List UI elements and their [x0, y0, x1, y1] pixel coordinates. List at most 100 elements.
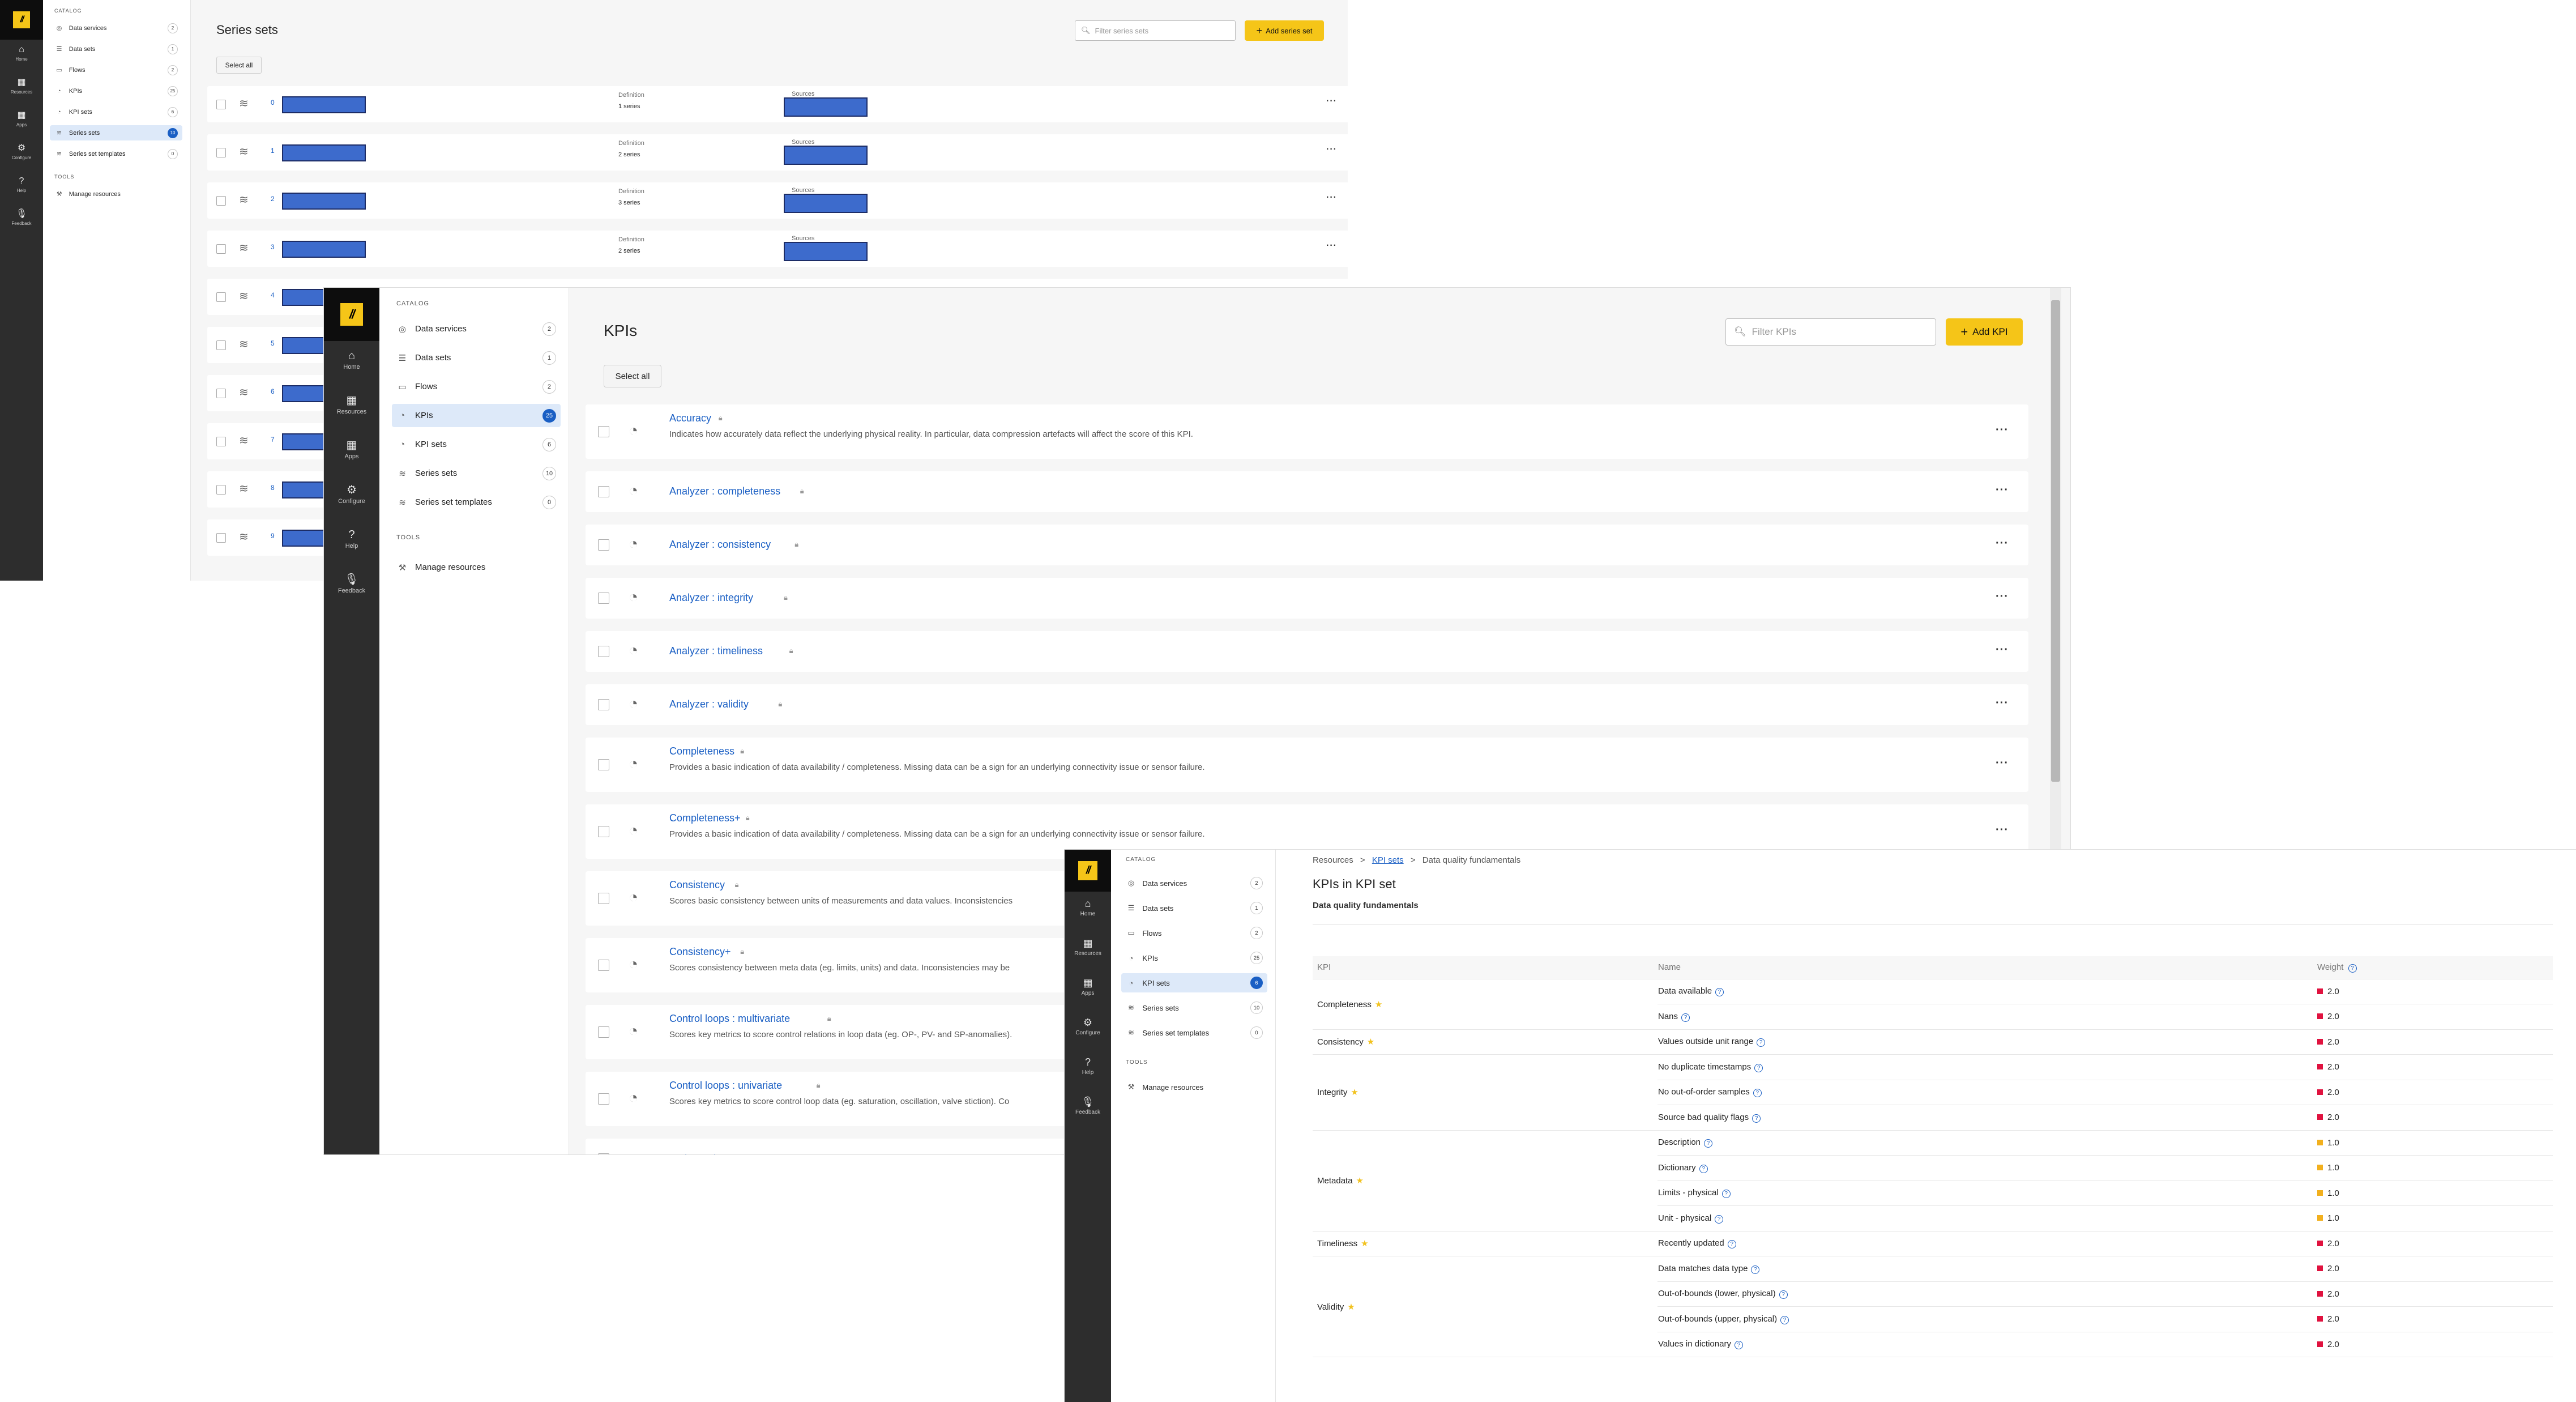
row-checkbox[interactable]: [216, 148, 226, 157]
rail-item-configure[interactable]: ⚙Configure: [324, 484, 379, 505]
sidebar-item-series-sets[interactable]: ≋Series sets10: [392, 462, 561, 485]
sidebar-item-kpis[interactable]: ◔KPIs25: [50, 83, 182, 99]
rail-item-help[interactable]: ?Help: [1065, 1057, 1111, 1076]
row-checkbox[interactable]: [598, 646, 609, 657]
rail-item-home[interactable]: ⌂Home: [0, 45, 43, 62]
info-help-icon[interactable]: ?: [1715, 988, 1724, 996]
row-checkbox[interactable]: [216, 100, 226, 109]
series-set-row[interactable]: ≋0Definition1 seriesSources···: [207, 86, 1348, 122]
kpi-name-link[interactable]: Control loops : multivariate: [669, 1013, 790, 1025]
kpi-name-link[interactable]: Analyzer : completeness: [669, 485, 780, 497]
sidebar-item-data-services[interactable]: ◎Data services2: [1121, 873, 1267, 893]
rail-item-help[interactable]: ?Help: [0, 177, 43, 193]
sidebar-item-data-services[interactable]: ◎Data services2: [392, 317, 561, 340]
more-options-icon[interactable]: ···: [1996, 590, 2009, 603]
rail-item-apps[interactable]: ▦Apps: [0, 111, 43, 127]
sidebar-item-manage-resources[interactable]: ⚒Manage resources: [1121, 1077, 1267, 1097]
app-logo[interactable]: //: [0, 0, 43, 40]
row-checkbox[interactable]: [216, 533, 226, 543]
sidebar-item-kpis[interactable]: ◔KPIs25: [392, 404, 561, 427]
row-checkbox[interactable]: [216, 244, 226, 254]
kpi-row[interactable]: ◔Accuracy🔒︎Indicates how accurately data…: [586, 404, 2028, 459]
sidebar-item-data-sets[interactable]: ☰Data sets1: [392, 346, 561, 369]
sidebar-item-data-sets[interactable]: ☰Data sets1: [50, 41, 182, 57]
rail-item-configure[interactable]: ⚙Configure: [0, 144, 43, 160]
rail-item-feedback[interactable]: 🎙Feedback: [1065, 1097, 1111, 1115]
weight-help-icon[interactable]: ?: [2348, 964, 2357, 973]
kpi-name-link[interactable]: Completeness: [669, 745, 734, 757]
row-checkbox[interactable]: [598, 699, 609, 710]
info-help-icon[interactable]: ?: [1754, 1064, 1763, 1072]
row-checkbox[interactable]: [598, 826, 609, 837]
info-help-icon[interactable]: ?: [1728, 1240, 1736, 1248]
row-checkbox[interactable]: [598, 759, 609, 770]
kpi-name-link[interactable]: Analyzer : timeliness: [669, 645, 763, 657]
more-options-icon[interactable]: ···: [1326, 241, 1337, 251]
kpi-row[interactable]: ◔Analyzer : timeliness🔒︎···: [586, 631, 2028, 672]
info-help-icon[interactable]: ?: [1780, 1316, 1789, 1324]
rail-item-configure[interactable]: ⚙Configure: [1065, 1017, 1111, 1036]
scrollbar-thumb[interactable]: [2051, 300, 2060, 782]
series-set-row[interactable]: ≋1Definition2 seriesSources···: [207, 134, 1348, 171]
kpi-name-link[interactable]: Control loops : univariate: [669, 1080, 782, 1092]
sidebar-item-manage-resources[interactable]: ⚒Manage resources: [392, 556, 561, 579]
series-set-index[interactable]: 4: [271, 291, 275, 299]
more-options-icon[interactable]: ···: [1996, 757, 2009, 770]
series-set-index[interactable]: 8: [271, 484, 275, 492]
kpi-row[interactable]: ◔Analyzer : consistency🔒︎···: [586, 525, 2028, 565]
sidebar-item-kpis[interactable]: ◔KPIs25: [1121, 948, 1267, 968]
series-set-index[interactable]: 9: [271, 532, 275, 540]
rail-item-help[interactable]: ?Help: [324, 529, 379, 549]
sidebar-item-data-sets[interactable]: ☰Data sets1: [1121, 898, 1267, 918]
more-options-icon[interactable]: ···: [1996, 644, 2009, 657]
sidebar-item-kpi-sets[interactable]: ◔KPI sets6: [50, 104, 182, 120]
row-checkbox[interactable]: [598, 486, 609, 497]
sidebar-item-flows[interactable]: ▭Flows2: [392, 375, 561, 398]
row-checkbox[interactable]: [216, 340, 226, 350]
more-options-icon[interactable]: ···: [1326, 96, 1337, 106]
sidebar-item-series-set-templates[interactable]: ≋Series set templates0: [50, 146, 182, 161]
rail-item-resources[interactable]: ▦Resources: [324, 395, 379, 415]
kpi-name-link[interactable]: Consistency: [669, 879, 725, 891]
more-options-icon[interactable]: ···: [1996, 484, 2009, 497]
kpi-row[interactable]: ◔Analyzer : validity🔒︎···: [586, 684, 2028, 725]
info-help-icon[interactable]: ?: [1704, 1139, 1712, 1148]
rail-item-feedback[interactable]: 🎙Feedback: [0, 210, 43, 226]
rail-item-apps[interactable]: ▦Apps: [1065, 978, 1111, 996]
row-checkbox[interactable]: [216, 485, 226, 495]
info-help-icon[interactable]: ?: [1757, 1038, 1765, 1047]
select-all-button[interactable]: Select all: [216, 57, 262, 74]
series-set-index[interactable]: 2: [271, 195, 275, 203]
row-checkbox[interactable]: [598, 1093, 609, 1105]
add-kpi-button[interactable]: + Add KPI: [1946, 318, 2023, 346]
sidebar-item-series-sets[interactable]: ≋Series sets10: [50, 125, 182, 140]
series-set-index[interactable]: 3: [271, 243, 275, 251]
series-set-index[interactable]: 6: [271, 387, 275, 395]
rail-item-home[interactable]: ⌂Home: [1065, 898, 1111, 917]
sidebar-item-series-set-templates[interactable]: ≋Series set templates0: [392, 491, 561, 514]
series-set-index[interactable]: 0: [271, 99, 275, 106]
row-checkbox[interactable]: [598, 426, 609, 437]
info-help-icon[interactable]: ?: [1715, 1215, 1723, 1224]
more-options-icon[interactable]: ···: [1996, 697, 2009, 710]
sidebar-item-manage-resources[interactable]: ⚒Manage resources: [50, 186, 182, 202]
info-help-icon[interactable]: ?: [1735, 1341, 1743, 1349]
rail-item-resources[interactable]: ▦Resources: [1065, 938, 1111, 957]
sidebar-item-flows[interactable]: ▭Flows2: [1121, 923, 1267, 943]
rail-item-feedback[interactable]: 🎙Feedback: [324, 574, 379, 594]
row-checkbox[interactable]: [598, 1153, 609, 1154]
kpi-row[interactable]: ◔Analyzer : integrity🔒︎···: [586, 578, 2028, 619]
sidebar-item-kpi-sets[interactable]: ◔KPI sets6: [392, 433, 561, 456]
info-help-icon[interactable]: ?: [1751, 1265, 1759, 1274]
row-checkbox[interactable]: [598, 1026, 609, 1038]
more-options-icon[interactable]: ···: [1996, 824, 2009, 837]
kpi-name-link[interactable]: Consistency+: [669, 946, 731, 958]
series-set-index[interactable]: 1: [271, 147, 275, 155]
rail-item-apps[interactable]: ▦Apps: [324, 440, 379, 460]
row-checkbox[interactable]: [598, 539, 609, 551]
kpi-name-link[interactable]: Analyzer : consistency: [669, 539, 771, 551]
info-help-icon[interactable]: ?: [1753, 1089, 1762, 1097]
kpi-row[interactable]: ◔Completeness🔒︎Provides a basic indicati…: [586, 738, 2028, 792]
breadcrumb-kpi-sets[interactable]: KPI sets: [1372, 855, 1404, 865]
info-help-icon[interactable]: ?: [1752, 1114, 1761, 1123]
